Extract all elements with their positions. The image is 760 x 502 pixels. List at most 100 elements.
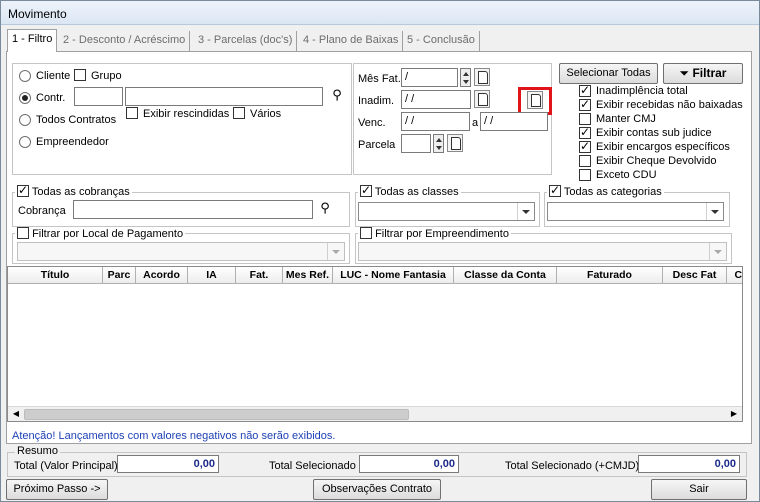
checkbox-exibir-sub-judice[interactable]	[579, 125, 591, 139]
radio-todos-contratos[interactable]	[19, 114, 31, 126]
parcela-document-icon[interactable]	[447, 134, 463, 152]
total-principal-value: 0,00	[117, 455, 219, 473]
todas-cobrancas-label: Todas as cobranças	[31, 186, 130, 198]
checkbox-todas-categorias[interactable]	[549, 183, 561, 197]
scroll-right-icon[interactable]: ▶	[727, 408, 741, 420]
column-header-faturado[interactable]: Faturado	[557, 267, 663, 284]
checkbox-grupo[interactable]	[74, 69, 86, 81]
radio-cliente-label: Cliente	[36, 70, 71, 82]
checkbox-exibir-encargos[interactable]	[579, 139, 591, 153]
title-bar: Movimento	[1, 1, 759, 25]
column-header-fat[interactable]: Fat.	[236, 267, 283, 284]
empreendimento-legend: Filtrar por Empreendimento	[358, 227, 511, 240]
checkbox-todas-cobrancas[interactable]	[17, 183, 29, 197]
lancamentos-grid[interactable]: Título Parc Acordo IA Fat. Mes Ref. LUC …	[7, 266, 743, 422]
contr-name-input[interactable]	[125, 87, 323, 106]
radio-contr[interactable]	[19, 92, 31, 104]
tab-desconto-acrescimo[interactable]: 2 - Desconto / Acréscimo	[59, 31, 191, 51]
radio-contr-label: Contr.	[36, 92, 66, 104]
checkbox-manter-cmj[interactable]	[579, 113, 591, 125]
checkbox-manter-cmj-label: Manter CMJ	[596, 113, 656, 125]
filtrar-local-pagamento-label: Filtrar por Local de Pagamento	[32, 228, 184, 240]
venc-from-input[interactable]: / /	[401, 112, 470, 131]
mes-fat-spinner[interactable]	[460, 68, 471, 87]
column-header-acordo[interactable]: Acordo	[136, 267, 188, 284]
local-pagamento-legend: Filtrar por Local de Pagamento	[15, 227, 186, 240]
horizontal-scrollbar[interactable]: ◀ ▶	[8, 406, 742, 421]
highlight-box	[518, 87, 552, 115]
tab-filtro[interactable]: 1 - Filtro	[7, 29, 58, 52]
todas-categorias-label: Todas as categorias	[563, 186, 662, 198]
chevron-down-icon	[517, 203, 534, 220]
venc-to-input[interactable]: / /	[480, 112, 548, 131]
inadim-date-input[interactable]: / /	[401, 90, 471, 109]
column-header-ia[interactable]: IA	[188, 267, 236, 284]
local-pagamento-dropdown[interactable]	[17, 242, 345, 261]
column-header-luc-nome-fantasia[interactable]: LUC - Nome Fantasia	[333, 267, 454, 284]
total-cmjd-value: 0,00	[638, 455, 740, 473]
total-selecionado-label: Total Selecionado	[269, 460, 356, 472]
parcela-input[interactable]	[401, 134, 431, 153]
checkbox-grupo-label: Grupo	[91, 70, 122, 82]
filtrar-button-label: Filtrar	[692, 66, 727, 80]
radio-cliente[interactable]	[19, 70, 31, 82]
tab-plano-de-baixas[interactable]: 4 - Plano de Baixas	[299, 31, 404, 51]
venc-separator: a	[472, 117, 479, 129]
cobranca-input[interactable]	[73, 200, 313, 219]
column-header-co[interactable]: Co	[727, 267, 742, 284]
venc-label: Venc.	[358, 117, 386, 129]
sair-button[interactable]: Sair	[651, 479, 747, 500]
column-header-parc[interactable]: Parc	[103, 267, 136, 284]
checkbox-filtrar-local-pagamento[interactable]	[17, 227, 29, 239]
categorias-legend: Todas as categorias	[547, 183, 664, 198]
parcela-spinner[interactable]	[433, 134, 444, 153]
cobrancas-legend: Todas as cobranças	[15, 183, 132, 198]
checkbox-inadimplencia-total[interactable]	[579, 83, 591, 97]
total-principal-label: Total (Valor Principal)	[14, 460, 118, 472]
total-selecionado-value: 0,00	[359, 455, 459, 473]
empreendimento-dropdown[interactable]	[358, 242, 727, 261]
cobranca-label: Cobrança	[18, 205, 66, 217]
tab-conclusao[interactable]: 5 - Conclusão	[403, 31, 480, 51]
checkbox-exceto-cdu[interactable]	[579, 169, 591, 181]
inadim-label: Inadim.	[358, 95, 395, 107]
filtrar-button[interactable]: ⏷ Filtrar	[663, 63, 743, 84]
checkbox-exibir-rescindidas[interactable]	[126, 107, 138, 119]
classes-dropdown[interactable]	[358, 202, 535, 221]
checkbox-exibir-sub-judice-label: Exibir contas sub judice	[596, 127, 712, 139]
mes-fat-input[interactable]: /	[401, 68, 458, 87]
radio-todos-contratos-label: Todos Contratos	[36, 114, 117, 126]
checkbox-exibir-rescindidas-label: Exibir rescindidas	[143, 108, 230, 120]
scrollbar-thumb[interactable]	[24, 409, 409, 420]
column-header-classe-da-conta[interactable]: Classe da Conta	[454, 267, 557, 284]
column-header-titulo[interactable]: Título	[8, 267, 103, 284]
window-title: Movimento	[8, 7, 67, 21]
inadim-document-icon[interactable]	[474, 90, 490, 108]
filtrar-empreendimento-label: Filtrar por Empreendimento	[375, 228, 509, 240]
contr-code-input[interactable]	[74, 87, 123, 106]
radio-empreendedor-label: Empreendedor	[36, 136, 109, 148]
checkbox-exibir-cheque-devolvido[interactable]	[579, 155, 591, 167]
observacoes-contrato-button[interactable]: Observações Contrato	[313, 479, 441, 500]
radio-empreendedor[interactable]	[19, 136, 31, 148]
chevron-down-icon	[709, 243, 726, 260]
proximo-passo-button[interactable]: Próximo Passo ->	[6, 479, 108, 500]
warning-message: Atenção! Lançamentos com valores negativ…	[12, 430, 336, 442]
categorias-dropdown[interactable]	[547, 202, 724, 221]
checkbox-filtrar-empreendimento[interactable]	[360, 227, 372, 239]
column-header-mes-ref[interactable]: Mes Ref.	[283, 267, 333, 284]
checkbox-todas-classes[interactable]	[360, 183, 372, 197]
selecionar-todas-button[interactable]: Selecionar Todas	[559, 63, 658, 84]
scroll-left-icon[interactable]: ◀	[9, 408, 23, 420]
tab-parcelas[interactable]: 3 - Parcelas (doc's)	[194, 31, 298, 51]
checkbox-inadimplencia-total-label: Inadimplência total	[596, 85, 688, 97]
binoculars-icon[interactable]: ⚲	[327, 87, 347, 105]
column-header-desc-fat[interactable]: Desc Fat	[663, 267, 727, 284]
checkbox-exibir-encargos-label: Exibir encargos específicos	[596, 141, 730, 153]
mes-fat-document-icon[interactable]	[474, 68, 490, 86]
checkbox-exibir-recebidas[interactable]	[579, 97, 591, 111]
chevron-down-icon	[327, 243, 344, 260]
cobranca-binoculars-icon[interactable]: ⚲	[315, 200, 335, 218]
total-cmjd-label: Total Selecionado (+CMJD)	[505, 460, 640, 472]
checkbox-varios[interactable]	[233, 107, 245, 119]
